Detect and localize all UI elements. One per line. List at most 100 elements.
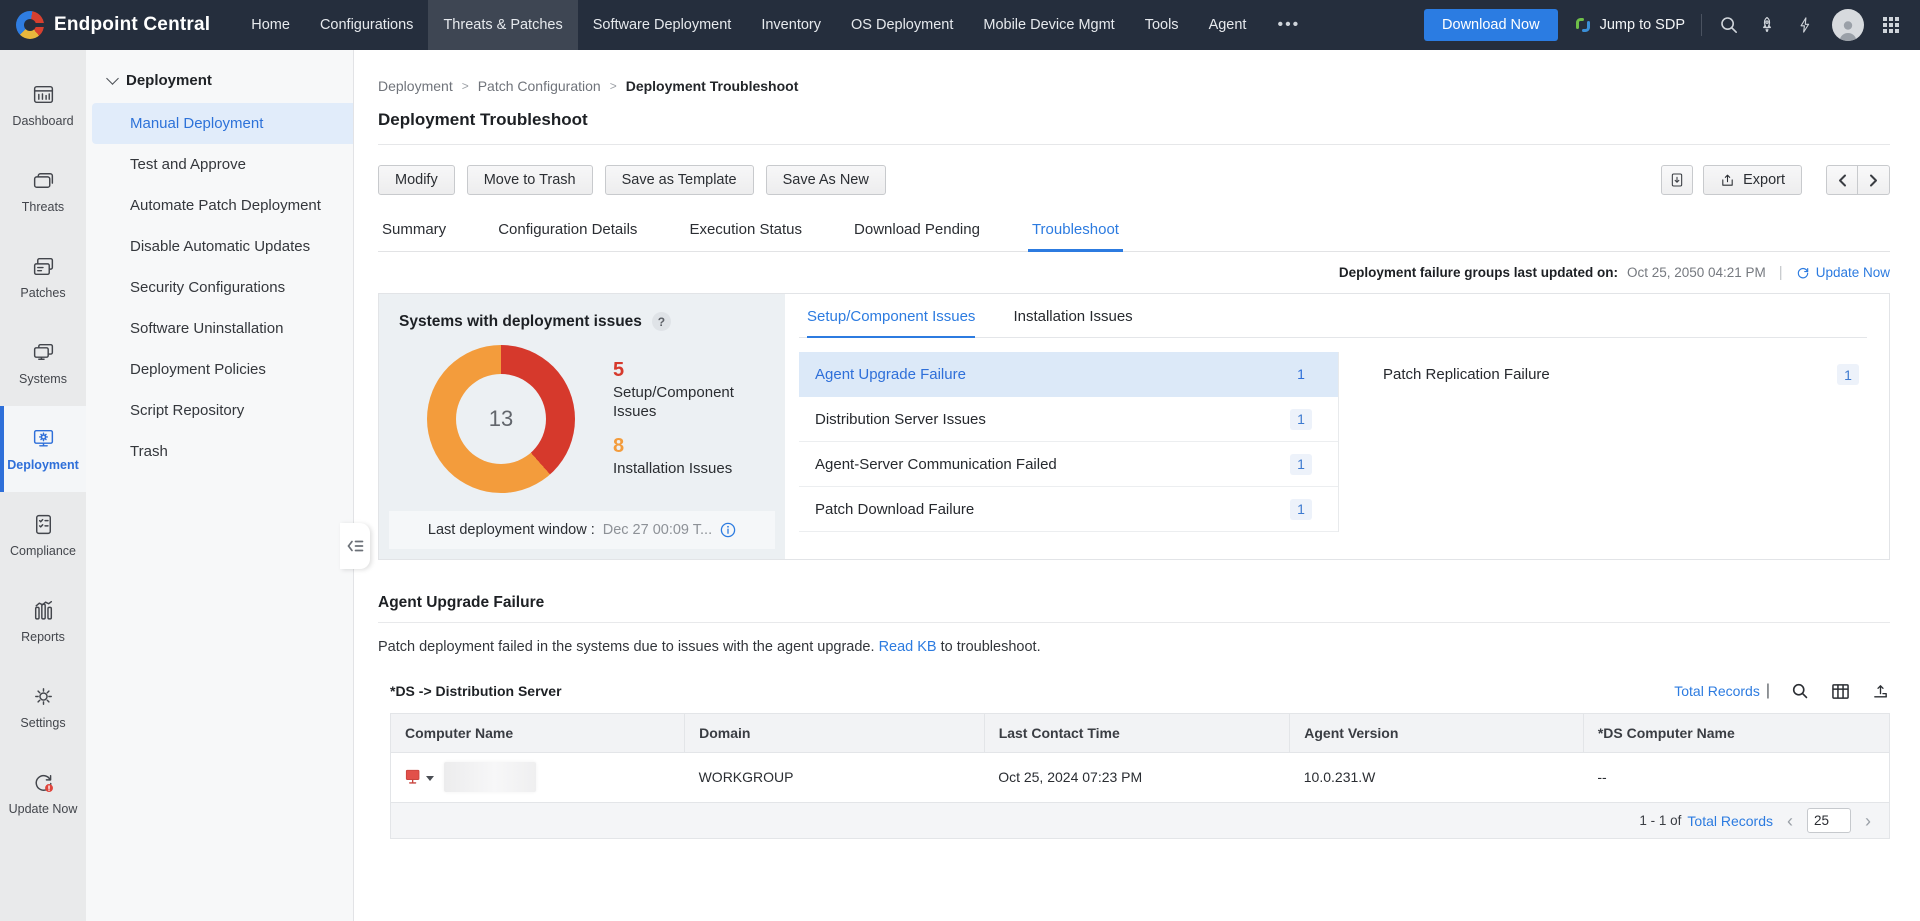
deployment-sidebar: Deployment Manual Deployment Test and Ap… [86, 50, 354, 921]
sidebar-item-test-and-approve[interactable]: Test and Approve [92, 144, 353, 185]
nav-item-agent[interactable]: Agent [1194, 0, 1262, 50]
tab-configuration-details[interactable]: Configuration Details [494, 221, 641, 251]
more-menu-icon[interactable]: ••• [1261, 0, 1316, 50]
rail-item-compliance[interactable]: Compliance [0, 492, 86, 578]
nav-item-inventory[interactable]: Inventory [746, 0, 836, 50]
user-avatar[interactable] [1832, 9, 1864, 41]
sidebar-item-automate-patch-deployment[interactable]: Automate Patch Deployment [92, 185, 353, 226]
column-domain[interactable]: Domain [685, 714, 985, 752]
column-agent-version[interactable]: Agent Version [1290, 714, 1584, 752]
next-page-button[interactable]: › [1861, 812, 1875, 830]
tab-troubleshoot[interactable]: Troubleshoot [1028, 221, 1123, 251]
app-window: Endpoint Central Home Configurations Thr… [0, 0, 1920, 921]
tab-download-pending[interactable]: Download Pending [850, 221, 984, 251]
total-records-footer-link[interactable]: Total Records [1687, 813, 1773, 829]
sidebar-item-script-repository[interactable]: Script Repository [92, 390, 353, 431]
export-pdf-icon-button[interactable] [1661, 165, 1693, 195]
info-icon[interactable] [720, 522, 736, 538]
tab-setup-component-issues[interactable]: Setup/Component Issues [807, 308, 975, 337]
issue-groups-panel: Setup/Component Issues Installation Issu… [785, 294, 1889, 559]
rail-item-deployment[interactable]: Deployment [0, 406, 86, 492]
sidebar-collapse-handle[interactable] [340, 523, 370, 569]
issue-group-distribution-server-issues[interactable]: Distribution Server Issues 1 [799, 397, 1338, 442]
nav-item-threats-patches[interactable]: Threats & Patches [428, 0, 577, 50]
issue-group-patch-replication-failure[interactable]: Patch Replication Failure 1 [1367, 352, 1867, 397]
legend-label: Setup/Component Issues [613, 384, 773, 422]
sidebar-item-software-uninstallation[interactable]: Software Uninstallation [92, 308, 353, 349]
sidebar-item-security-configurations[interactable]: Security Configurations [92, 267, 353, 308]
breadcrumb-patch-configuration[interactable]: Patch Configuration [478, 78, 601, 94]
modify-button[interactable]: Modify [378, 165, 455, 195]
rail-item-settings[interactable]: Settings [0, 664, 86, 750]
group-label: Agent-Server Communication Failed [815, 456, 1057, 473]
table-export-icon[interactable] [1870, 681, 1890, 701]
apps-grid-icon[interactable] [1880, 14, 1902, 36]
quick-actions-bolt-icon[interactable] [1794, 14, 1816, 36]
page-size-input[interactable] [1807, 808, 1851, 833]
rail-item-reports[interactable]: Reports [0, 578, 86, 664]
read-kb-link[interactable]: Read KB [879, 639, 937, 655]
legend-setup-component[interactable]: 5 Setup/Component Issues [613, 359, 773, 422]
deployment-issues-card: Systems with deployment issues ? 13 5 Se… [379, 294, 785, 559]
table-search-icon[interactable] [1790, 681, 1810, 701]
computer-name-cell[interactable] [405, 762, 671, 792]
previous-page-button[interactable]: ‹ [1783, 812, 1797, 830]
rail-item-update-now[interactable]: Update Now [0, 750, 86, 836]
sidebar-item-manual-deployment[interactable]: Manual Deployment [92, 103, 353, 144]
rail-item-dashboard[interactable]: Dashboard [0, 62, 86, 148]
rail-item-threats[interactable]: Threats [0, 148, 86, 234]
window-value: Dec 27 00:09 T... [603, 522, 712, 538]
tab-installation-issues[interactable]: Installation Issues [1013, 308, 1132, 337]
sidebar-item-trash[interactable]: Trash [92, 431, 353, 472]
nav-item-os-deployment[interactable]: OS Deployment [836, 0, 968, 50]
update-now-link[interactable]: Update Now [1796, 265, 1890, 280]
nav-item-configurations[interactable]: Configurations [305, 0, 429, 50]
breadcrumb-deployment[interactable]: Deployment [378, 78, 453, 94]
previous-config-button[interactable] [1826, 165, 1858, 195]
tab-summary[interactable]: Summary [378, 221, 450, 251]
column-last-contact-time[interactable]: Last Contact Time [984, 714, 1290, 752]
table-row[interactable]: WORKGROUP Oct 25, 2024 07:23 PM 10.0.231… [391, 752, 1889, 802]
save-as-new-button[interactable]: Save As New [766, 165, 886, 195]
help-icon[interactable]: ? [652, 312, 671, 331]
brand[interactable]: Endpoint Central [0, 0, 236, 50]
nav-item-mobile-device-mgmt[interactable]: Mobile Device Mgmt [968, 0, 1129, 50]
jump-to-sdp-link[interactable]: Jump to SDP [1574, 16, 1685, 34]
sidebar-section-deployment[interactable]: Deployment [86, 72, 353, 103]
column-computer-name[interactable]: Computer Name [391, 714, 685, 752]
sidebar-item-deployment-policies[interactable]: Deployment Policies [92, 349, 353, 390]
download-now-button[interactable]: Download Now [1424, 9, 1558, 41]
row-actions-caret-icon[interactable] [426, 776, 434, 781]
move-to-trash-button[interactable]: Move to Trash [467, 165, 593, 195]
last-updated-time: Oct 25, 2050 04:21 PM [1627, 265, 1766, 280]
donut-legend: 5 Setup/Component Issues 8 Installation … [613, 359, 773, 479]
issue-group-patch-download-failure[interactable]: Patch Download Failure 1 [799, 487, 1338, 532]
ds-note: *DS -> Distribution Server [390, 683, 562, 699]
deployment-issues-donut[interactable]: 13 [427, 345, 575, 493]
column-chooser-icon[interactable] [1830, 681, 1850, 701]
sidebar-item-disable-automatic-updates[interactable]: Disable Automatic Updates [92, 226, 353, 267]
column-ds-computer-name[interactable]: *DS Computer Name [1583, 714, 1889, 752]
table-pagination: 1 - 1 of Total Records ‹ › [391, 802, 1889, 838]
config-tabs: Summary Configuration Details Execution … [378, 221, 1890, 252]
rail-item-patches[interactable]: Patches [0, 234, 86, 320]
breadcrumb-separator: > [610, 79, 617, 93]
nav-item-tools[interactable]: Tools [1130, 0, 1194, 50]
computer-status-icon [405, 769, 422, 785]
issue-group-agent-upgrade-failure[interactable]: Agent Upgrade Failure 1 [799, 352, 1338, 397]
legend-installation[interactable]: 8 Installation Issues [613, 435, 773, 479]
update-refresh-icon [31, 770, 56, 795]
issue-group-agent-server-communication-failed[interactable]: Agent-Server Communication Failed 1 [799, 442, 1338, 487]
nav-item-home[interactable]: Home [236, 0, 305, 50]
nav-item-software-deployment[interactable]: Software Deployment [578, 0, 747, 50]
export-button[interactable]: Export [1703, 165, 1802, 195]
rail-item-systems[interactable]: Systems [0, 320, 86, 406]
search-icon[interactable] [1718, 14, 1740, 36]
whats-new-rocket-icon[interactable] [1756, 14, 1778, 36]
next-config-button[interactable] [1858, 165, 1890, 195]
breadcrumb-separator: > [462, 79, 469, 93]
save-as-template-button[interactable]: Save as Template [605, 165, 754, 195]
total-records-link[interactable]: Total Records [1674, 683, 1760, 699]
issue-group-column-left: Agent Upgrade Failure 1 Distribution Ser… [799, 352, 1339, 532]
tab-execution-status[interactable]: Execution Status [685, 221, 806, 251]
